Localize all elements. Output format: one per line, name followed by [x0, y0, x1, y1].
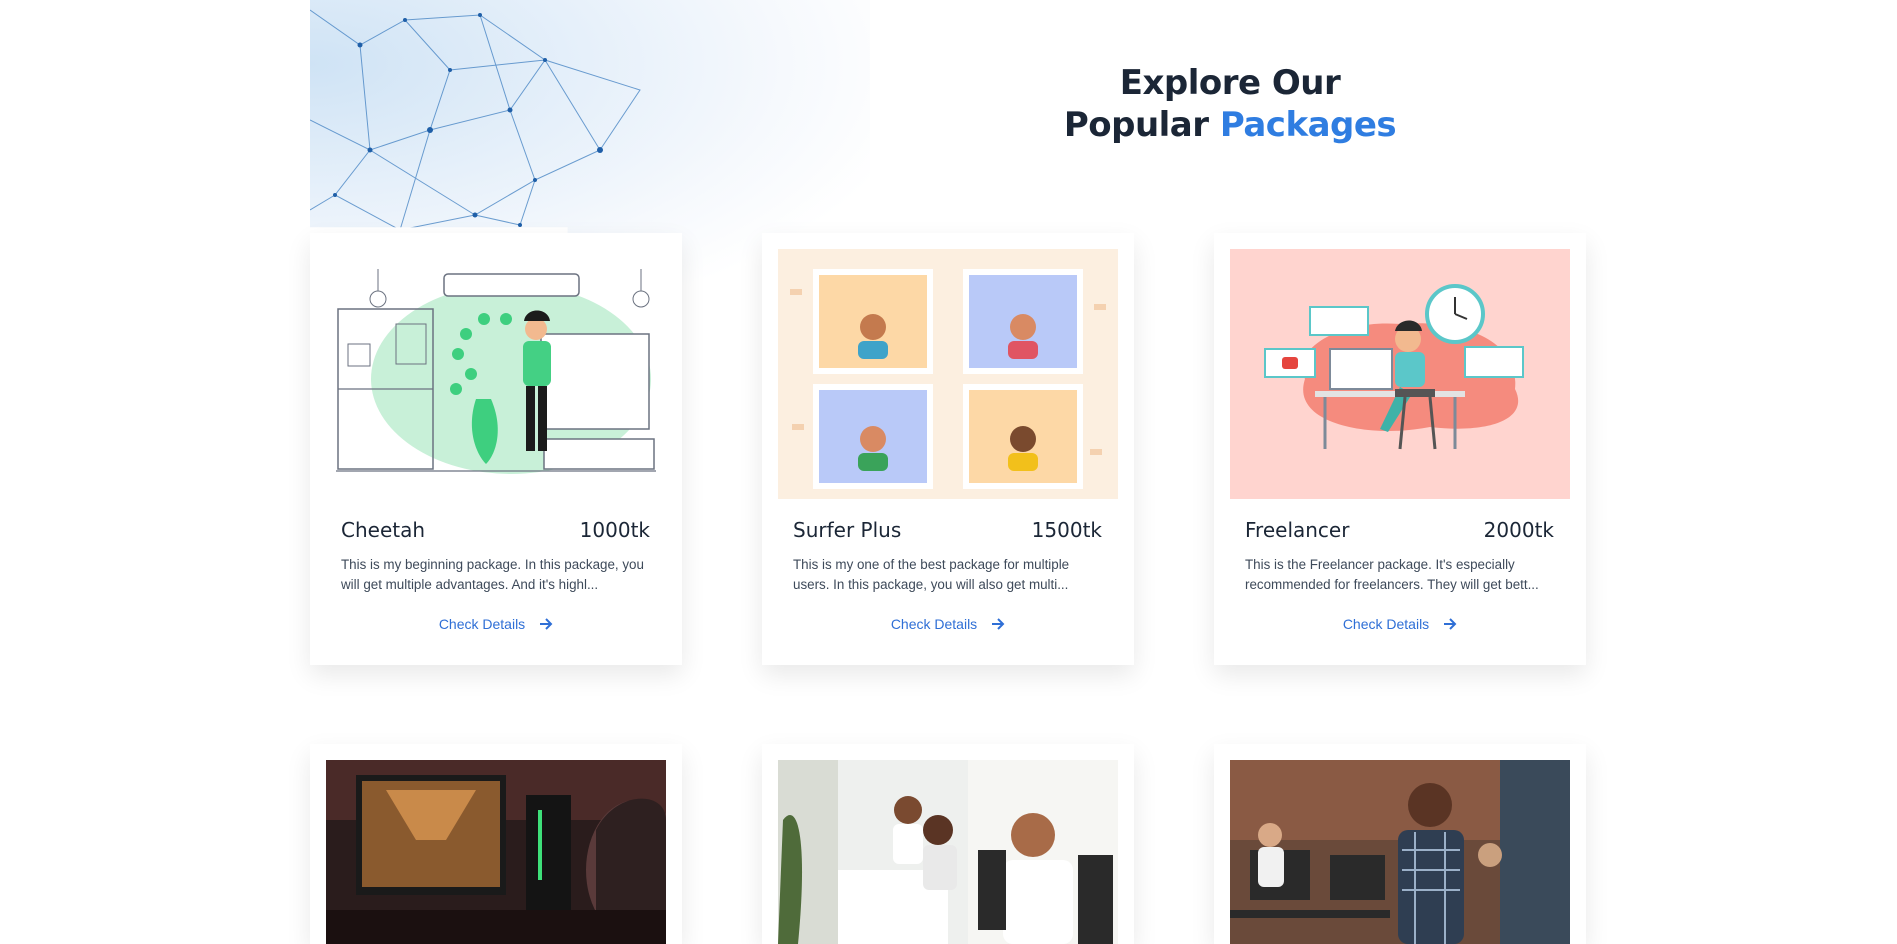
gaming-setup-photo [326, 760, 666, 944]
check-details-label: Check Details [1342, 616, 1430, 632]
package-card-surfer-plus: Surfer Plus 1500tk This is my one of the… [762, 233, 1134, 665]
package-name: Cheetah [341, 518, 426, 542]
arrow-right-icon [539, 617, 553, 633]
check-details-label: Check Details [438, 616, 526, 632]
package-name: Freelancer [1245, 518, 1350, 542]
arrow-right-icon [991, 617, 1005, 633]
office-team-photo [778, 760, 1118, 944]
team-workspace-photo [1230, 760, 1570, 944]
package-card-office [762, 744, 1134, 944]
package-description: This is the Freelancer package. It's esp… [1245, 557, 1539, 592]
package-card-freelancer: Freelancer 2000tk This is the Freelancer… [1214, 233, 1586, 665]
check-details-link[interactable]: Check Details [1214, 616, 1586, 633]
package-card-team [1214, 744, 1586, 944]
package-card-gaming [310, 744, 682, 944]
video-call-illustration [778, 249, 1118, 499]
package-card-cheetah: Cheetah 1000tk This is my beginning pack… [310, 233, 682, 665]
smart-home-illustration [326, 249, 666, 499]
package-description: This is my one of the best package for m… [793, 557, 1070, 592]
package-description: This is my beginning package. In this pa… [341, 557, 644, 592]
section-title-accent: Packages [1219, 105, 1397, 145]
check-details-link[interactable]: Check Details [762, 616, 1134, 633]
section-title: Explore Our Popular Packages [1000, 62, 1460, 146]
section-title-line1: Explore Our [1119, 63, 1341, 103]
package-price: 1000tk [579, 518, 650, 542]
package-price: 2000tk [1483, 518, 1554, 542]
check-details-label: Check Details [890, 616, 978, 632]
package-name: Surfer Plus [793, 518, 902, 542]
check-details-link[interactable]: Check Details [310, 616, 682, 633]
arrow-right-icon [1443, 617, 1457, 633]
package-price: 1500tk [1031, 518, 1102, 542]
freelancer-illustration [1230, 249, 1570, 499]
section-title-plain: Popular [1063, 105, 1220, 145]
